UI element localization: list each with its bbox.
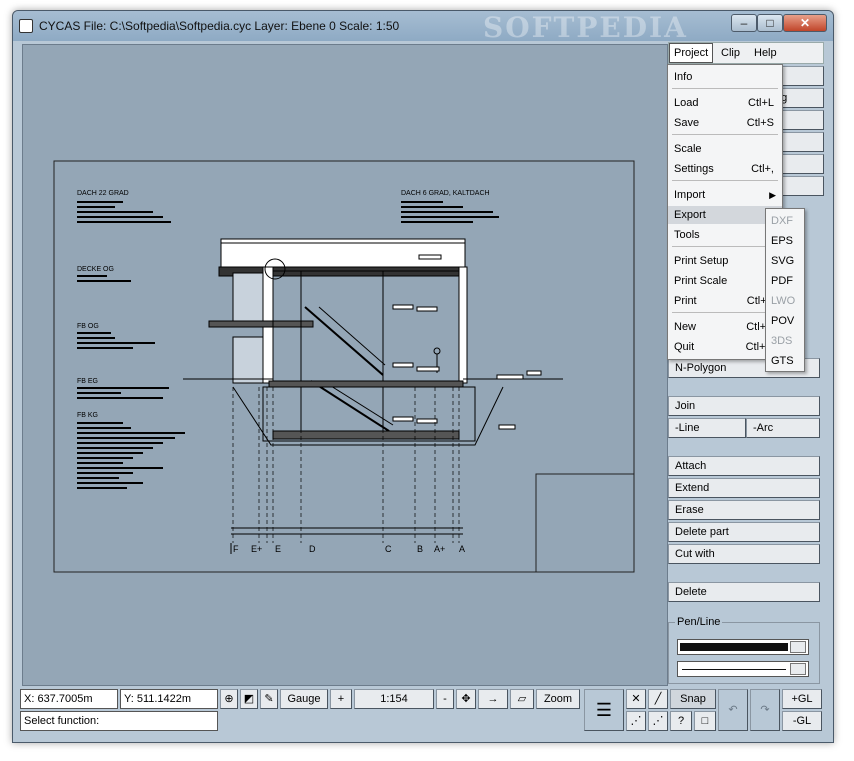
function-prompt: Select function: [20,711,218,731]
y-coordinate: Y: 511.1422m [120,689,218,709]
drawing-canvas[interactable]: DACH 22 GRAD DECKE OG FB OG FB EG FB KG … [22,44,668,686]
label-decke: DECKE OG [77,266,114,273]
pan-icon[interactable]: ✥ [456,689,476,709]
delete-button[interactable]: Delete [668,582,820,602]
menu-item-load[interactable]: Load Ctl+L [668,94,782,112]
close-button[interactable]: ✕ [783,14,827,32]
maximize-button[interactable]: □ [757,14,783,32]
dropdown-icon [790,641,806,653]
arrow-right-icon[interactable]: → [478,689,508,709]
zoom-in-button[interactable]: + [330,689,352,709]
minimize-button[interactable]: – [731,14,757,32]
export-svg[interactable]: SVG [766,251,804,271]
menu-help[interactable]: Help [754,47,777,59]
submenu-arrow-icon: ▶ [769,190,776,200]
axis-label: E+ [251,544,262,554]
scale-display: 1:154 [354,689,434,709]
pen-color-select[interactable] [677,639,809,655]
axis-label: D [309,544,316,554]
panel-menubar: Project Clip Help [668,42,824,64]
delete-part-button[interactable]: Delete part [668,522,820,542]
title-bar: CYCAS File: C:\Softpedia\Softpedia.cyc L… [13,11,833,44]
plus-gl-button[interactable]: +GL [782,689,822,709]
dropdown-icon [790,663,806,675]
zoom-button[interactable]: Zoom [536,689,580,709]
menu-item-save[interactable]: Save Ctl+S [668,114,782,132]
axis-label: C [385,544,392,554]
snap-grid-icon[interactable]: ⋰ [648,711,668,731]
crosshair-icon[interactable]: ⊕ [220,689,238,709]
export-pdf[interactable]: PDF [766,271,804,291]
label-fb-og: FB OG [77,323,99,330]
gauge-button[interactable]: Gauge [280,689,328,709]
pen-line-group: Pen/Line [668,616,820,684]
attach-button[interactable]: Attach [668,456,820,476]
label-fb-kg: FB KG [77,412,98,419]
layers-icon[interactable]: ☰ [584,689,624,731]
export-eps[interactable]: EPS [766,231,804,251]
pen-icon[interactable]: ✎ [260,689,278,709]
snap-line-icon[interactable]: ╱ [648,689,668,709]
minus-gl-button[interactable]: -GL [782,711,822,731]
app-icon [19,19,33,33]
page-icon[interactable]: ▱ [510,689,534,709]
fill-icon[interactable]: ◩ [240,689,258,709]
undo-icon[interactable]: ↶ [718,689,748,731]
export-3ds: 3DS [771,335,793,347]
axis-label: B [417,544,423,554]
window-title: CYCAS File: C:\Softpedia\Softpedia.cyc L… [39,19,400,33]
x-coordinate: X: 637.7005m [20,689,118,709]
snap-button[interactable]: Snap [670,689,716,709]
label-dach22: DACH 22 GRAD [77,190,129,197]
menu-clip[interactable]: Clip [721,47,740,59]
line-style-select[interactable] [677,661,809,677]
snap-diagonal-icon[interactable]: ⋰ [626,711,646,731]
export-lwo: LWO [771,295,796,307]
arc-button[interactable]: -Arc [746,418,820,438]
status-toolbar: X: 637.7005m Y: 511.1422m ⊕ ◩ ✎ Gauge + … [20,689,822,743]
snap-mode-icon[interactable]: □ [694,711,716,731]
menu-item-info[interactable]: Info [668,68,782,86]
menu-item-settings[interactable]: Settings Ctl+, [668,160,782,178]
erase-button[interactable]: Erase [668,500,820,520]
pen-line-label: Pen/Line [675,616,723,628]
zoom-out-button[interactable]: - [436,689,454,709]
cut-with-button[interactable]: Cut with [668,544,820,564]
axis-label: A+ [434,544,445,554]
label-fb-eg: FB EG [77,378,98,385]
export-gts[interactable]: GTS [766,351,804,371]
watermark: SOFTPEDIA [483,11,688,44]
line-button[interactable]: -Line [668,418,746,438]
menu-project[interactable]: Project [669,43,714,63]
menu-item-import[interactable]: Import ▶ [668,186,782,204]
label-dach6: DACH 6 GRAD, KALTDACH [401,190,490,197]
export-pov[interactable]: POV [766,311,804,331]
redo-icon[interactable]: ↷ [750,689,780,731]
menu-item-scale[interactable]: Scale [668,140,782,158]
axis-label: A [459,544,465,554]
help-button[interactable]: ? [670,711,692,731]
extend-button[interactable]: Extend [668,478,820,498]
export-dxf: DXF [771,215,793,227]
axis-label: F [233,544,239,554]
snap-cross-icon[interactable]: ✕ [626,689,646,709]
export-submenu: DXF EPS SVG PDF LWO POV 3DS GTS [765,208,805,372]
axis-label: E [275,544,281,554]
cad-drawing: DACH 22 GRAD DECKE OG FB OG FB EG FB KG … [53,160,635,573]
join-button[interactable]: Join [668,396,820,416]
